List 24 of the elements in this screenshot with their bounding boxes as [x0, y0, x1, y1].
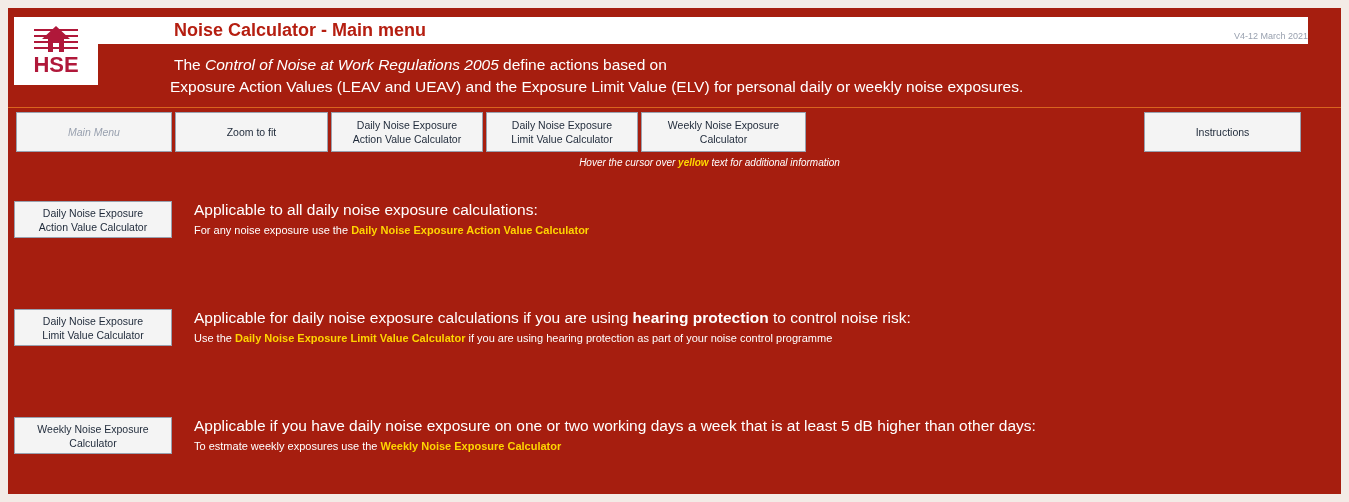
section-heading: Applicable for daily noise exposure calculations if you are using hearing protection to control noise risk: [194, 308, 911, 328]
page-title: Noise Calculator - Main menu [174, 19, 427, 42]
logo-text: HSE [33, 54, 79, 76]
section-description: To estmate weekly exposures use the Weekly Noise Exposure Calculator [194, 439, 563, 454]
section-description: Use the Daily Noise Exposure Limit Value Calculator if you are using hearing protection as part of your noise control programme [194, 331, 834, 346]
calculator-button[interactable]: Daily Noise Exposure Limit Value Calculator [14, 309, 172, 346]
section-heading: Applicable if you have daily noise exposure on one or two working days a week that is at least 5 dB higher than other days: [194, 416, 1036, 436]
section-description: For any noise exposure use the Daily Noise Exposure Action Value Calculator [194, 223, 590, 238]
calculator-link[interactable]: Daily Noise Exposure Limit Value Calculator [234, 332, 466, 344]
menu-button[interactable]: Weekly Noise Exposure Calculator [641, 112, 806, 152]
menu-button[interactable]: Daily Noise Exposure Limit Value Calculator [486, 112, 638, 152]
calculator-button[interactable]: Daily Noise Exposure Action Value Calculator [14, 201, 172, 238]
menu-button[interactable]: Zoom to fit [175, 112, 328, 152]
section-heading: Applicable to all daily noise exposure calculations: [194, 200, 539, 220]
menu-button[interactable]: Daily Noise Exposure Action Value Calculator [331, 112, 483, 152]
intro-text: The Control of Noise at Work Regulations 2005 define actions based on [174, 55, 668, 75]
menu-button[interactable]: Instructions [1144, 112, 1301, 152]
version-label: V4-12 March 2021 [1233, 29, 1308, 43]
logo-mark-icon [34, 26, 78, 54]
hint-text: Hover the cursor over yellow text for additional information [578, 155, 840, 170]
calculator-link[interactable]: Daily Noise Exposure Action Value Calculator [351, 224, 590, 236]
calculator-button[interactable]: Weekly Noise Exposure Calculator [14, 417, 172, 454]
intro-text: Exposure Action Values (LEAV and UEAV) and the Exposure Limit Value (ELV) for personal daily or weekly noise exposures. [170, 77, 1025, 97]
calculator-link[interactable]: Weekly Noise Exposure Calculator [380, 440, 562, 452]
